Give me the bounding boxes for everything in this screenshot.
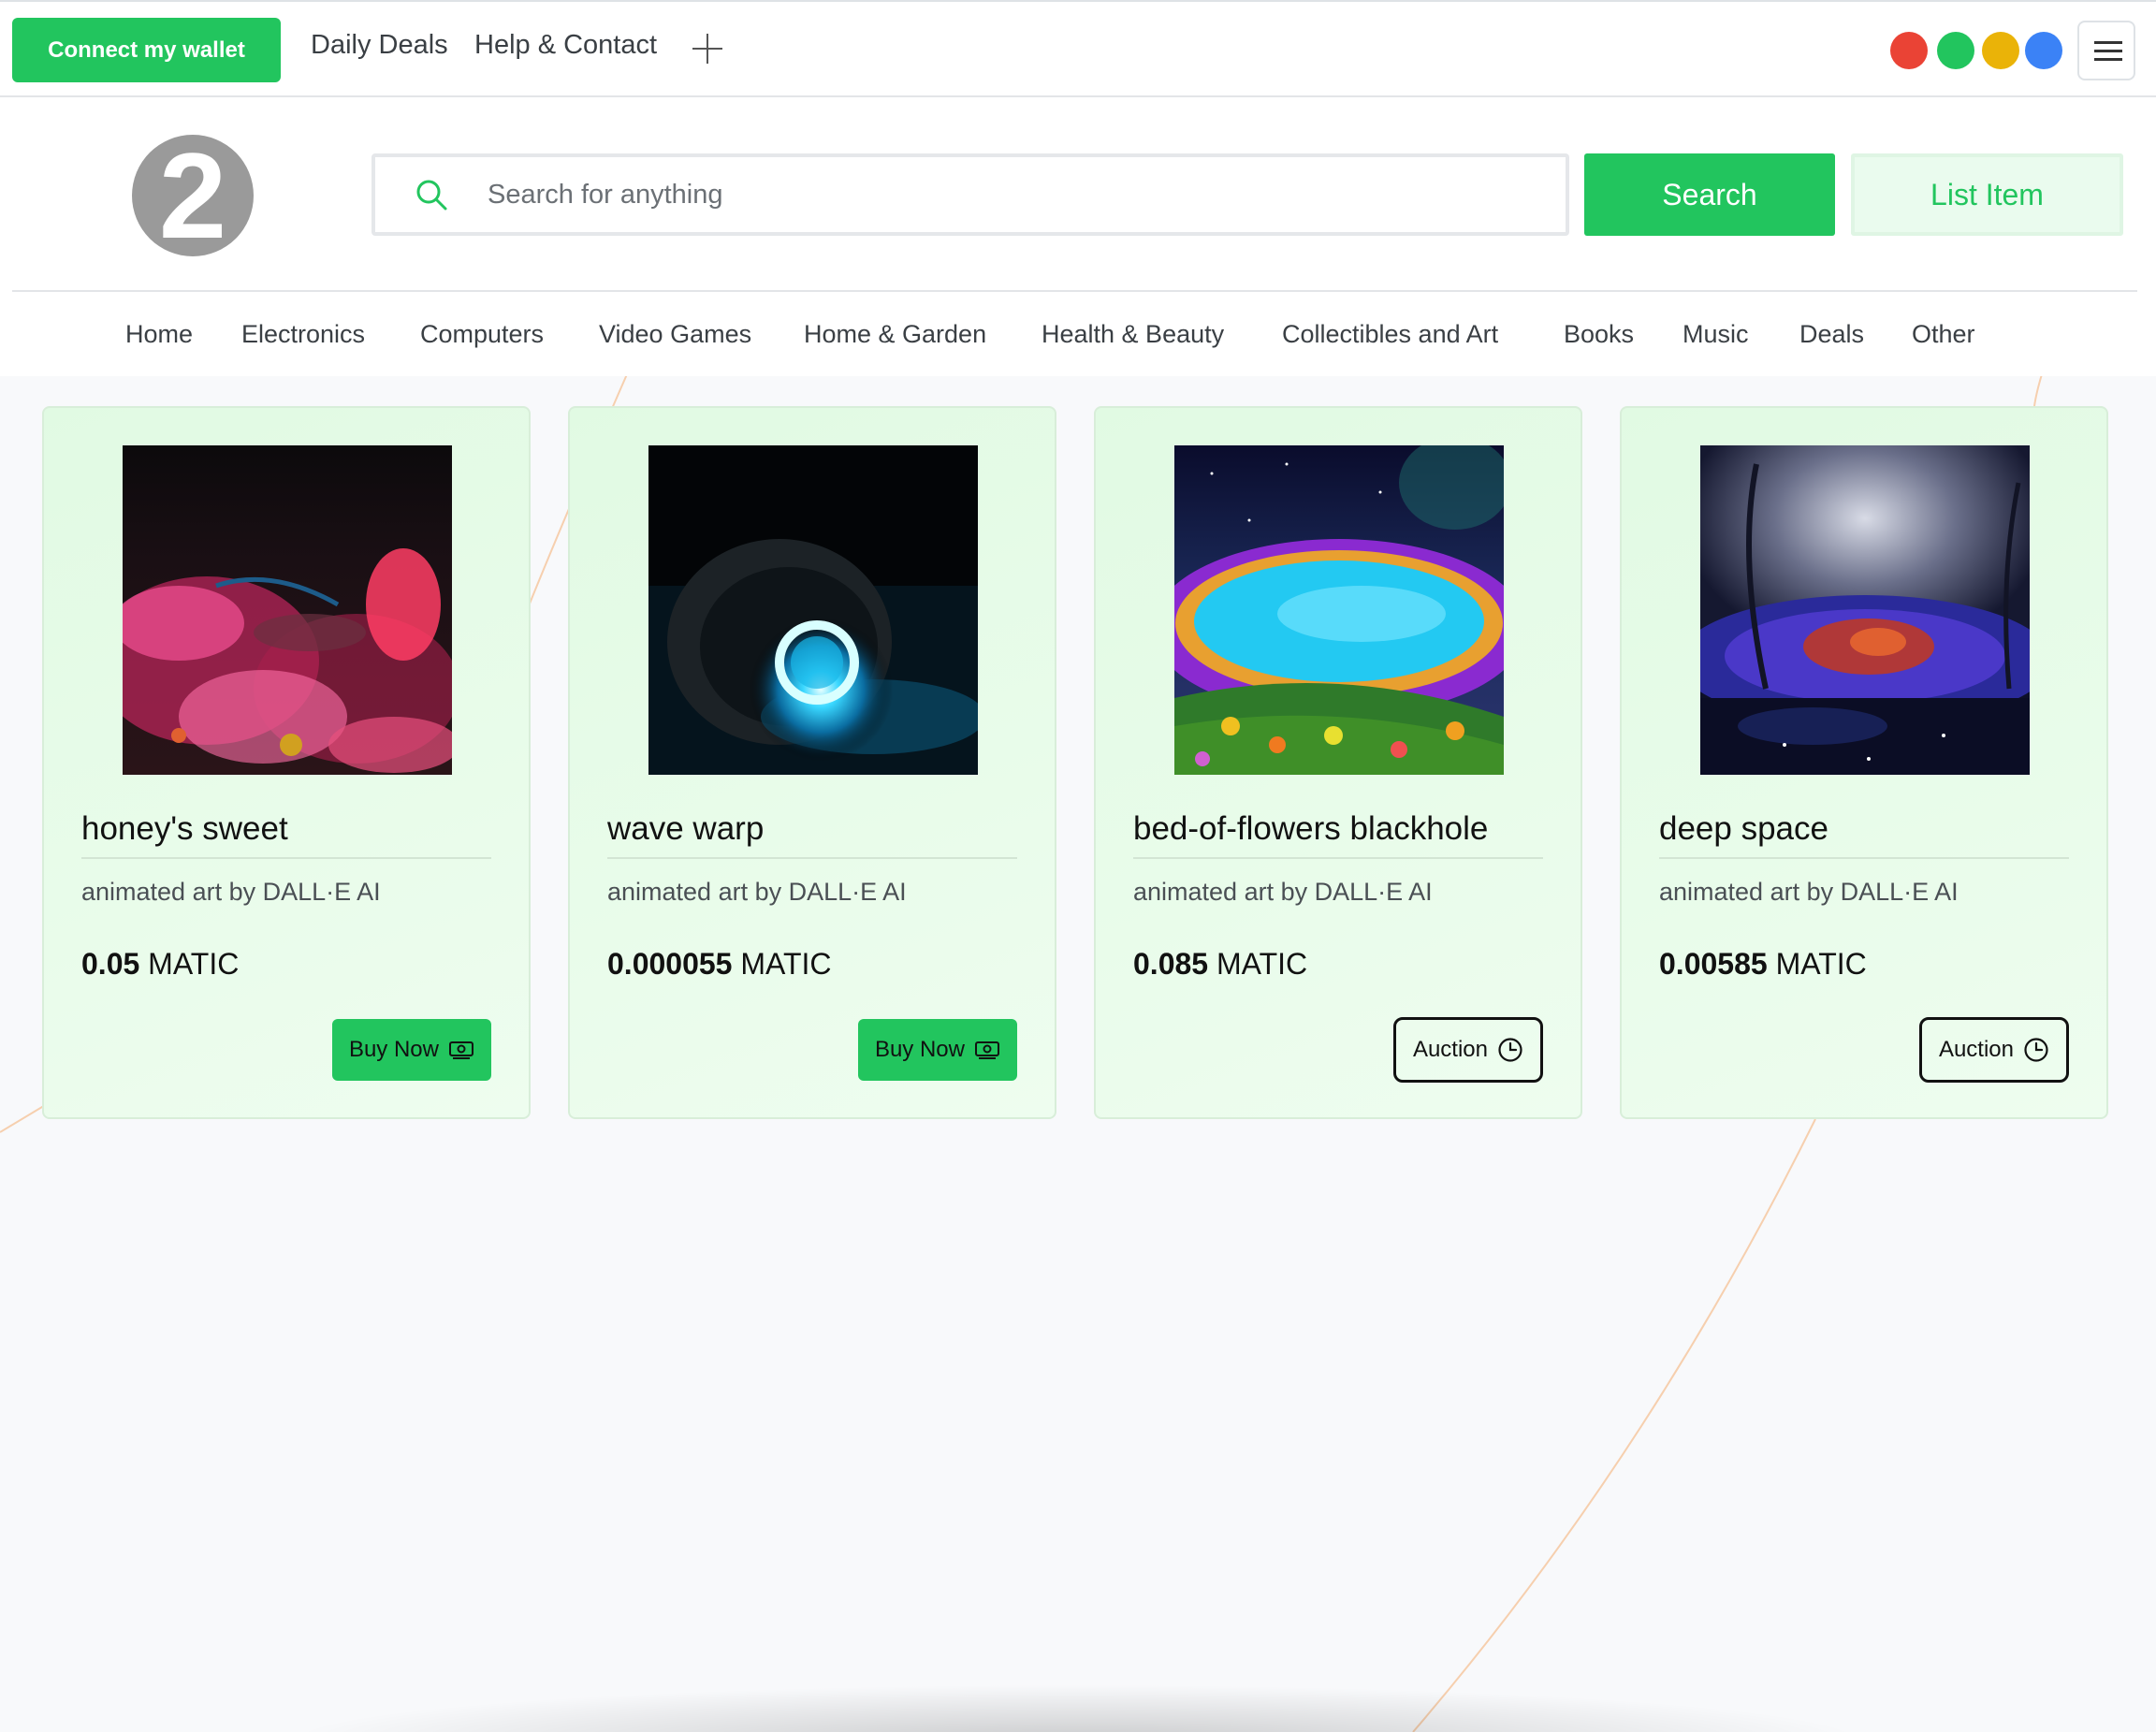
category-collectibles-art[interactable]: Collectibles and Art	[1282, 320, 1498, 349]
plus-icon[interactable]	[692, 34, 722, 64]
divider	[1133, 857, 1543, 859]
search-button[interactable]: Search	[1584, 153, 1835, 236]
auction-button[interactable]: Auction	[1392, 1017, 1543, 1083]
category-computers[interactable]: Computers	[420, 320, 544, 349]
product-description: animated art by DALL·E AI	[81, 878, 381, 906]
blue-dot-icon[interactable]	[2025, 32, 2062, 69]
price-currency: MATIC	[148, 947, 240, 981]
hamburger-menu-button[interactable]	[2077, 21, 2135, 80]
product-card[interactable]: bed-of-flowers blackhole animated art by…	[1094, 406, 1582, 1119]
category-music[interactable]: Music	[1683, 320, 1749, 349]
auction-button[interactable]: Auction	[1918, 1017, 2069, 1083]
buy-now-button[interactable]: Buy Now	[331, 1019, 491, 1081]
product-description: animated art by DALL·E AI	[607, 878, 907, 906]
category-home-garden[interactable]: Home & Garden	[804, 320, 986, 349]
cash-icon	[975, 1041, 999, 1059]
auction-label: Auction	[1412, 1037, 1488, 1062]
search-input[interactable]	[488, 157, 1554, 232]
search-box	[371, 153, 1569, 236]
divider	[81, 857, 491, 859]
category-home[interactable]: Home	[125, 320, 193, 349]
product-title[interactable]: wave warp	[607, 810, 764, 848]
price-currency: MATIC	[740, 947, 832, 981]
category-health-beauty[interactable]: Health & Beauty	[1042, 320, 1224, 349]
product-image[interactable]	[1174, 445, 1504, 775]
site-logo[interactable]: 2	[132, 135, 254, 256]
top-bar: Connect my wallet Daily Deals Help & Con…	[0, 0, 2156, 97]
bottom-shadow	[281, 1684, 1872, 1732]
clock-icon	[2024, 1038, 2048, 1062]
red-dot-icon[interactable]	[1890, 32, 1928, 69]
category-books[interactable]: Books	[1564, 320, 1634, 349]
search-header: 2 Search List Item	[0, 97, 2156, 292]
product-image[interactable]	[1700, 445, 2030, 775]
price-currency: MATIC	[1216, 947, 1308, 981]
product-card[interactable]: honey's sweet animated art by DALL·E AI …	[42, 406, 531, 1119]
product-price: 0.05 MATIC	[81, 947, 239, 982]
help-contact-link[interactable]: Help & Contact	[474, 30, 657, 61]
clock-icon	[1498, 1038, 1522, 1062]
buy-now-label: Buy Now	[874, 1037, 965, 1062]
product-card[interactable]: wave warp animated art by DALL·E AI 0.00…	[568, 406, 1056, 1119]
list-item-button[interactable]: List Item	[1851, 153, 2123, 236]
buy-now-label: Buy Now	[348, 1037, 439, 1062]
category-video-games[interactable]: Video Games	[599, 320, 751, 349]
product-description: animated art by DALL·E AI	[1133, 878, 1433, 906]
green-dot-icon[interactable]	[1937, 32, 1974, 69]
hamburger-icon	[2094, 41, 2122, 44]
yellow-dot-icon[interactable]	[1982, 32, 2019, 69]
product-image[interactable]	[123, 445, 452, 775]
price-currency: MATIC	[1775, 947, 1867, 981]
product-price: 0.00585 MATIC	[1659, 947, 1867, 982]
divider	[607, 857, 1017, 859]
cash-icon	[449, 1041, 473, 1059]
category-other[interactable]: Other	[1912, 320, 1975, 349]
auction-label: Auction	[1938, 1037, 2014, 1062]
product-title[interactable]: honey's sweet	[81, 810, 288, 848]
price-value: 0.085	[1133, 947, 1209, 981]
price-value: 0.000055	[607, 947, 733, 981]
product-price: 0.000055 MATIC	[607, 947, 832, 982]
product-card[interactable]: deep space animated art by DALL·E AI 0.0…	[1620, 406, 2108, 1119]
category-electronics[interactable]: Electronics	[241, 320, 365, 349]
product-price: 0.085 MATIC	[1133, 947, 1307, 982]
divider	[1659, 857, 2069, 859]
category-deals[interactable]: Deals	[1799, 320, 1864, 349]
product-description: animated art by DALL·E AI	[1659, 878, 1959, 906]
search-icon	[416, 180, 447, 211]
connect-wallet-button[interactable]: Connect my wallet	[12, 18, 281, 82]
price-value: 0.05	[81, 947, 140, 981]
product-title[interactable]: deep space	[1659, 810, 1828, 848]
product-image[interactable]	[648, 445, 978, 775]
product-title[interactable]: bed-of-flowers blackhole	[1133, 810, 1488, 848]
daily-deals-link[interactable]: Daily Deals	[311, 30, 448, 61]
price-value: 0.00585	[1659, 947, 1768, 981]
category-nav: Home Electronics Computers Video Games H…	[0, 292, 2156, 376]
buy-now-button[interactable]: Buy Now	[857, 1019, 1017, 1081]
